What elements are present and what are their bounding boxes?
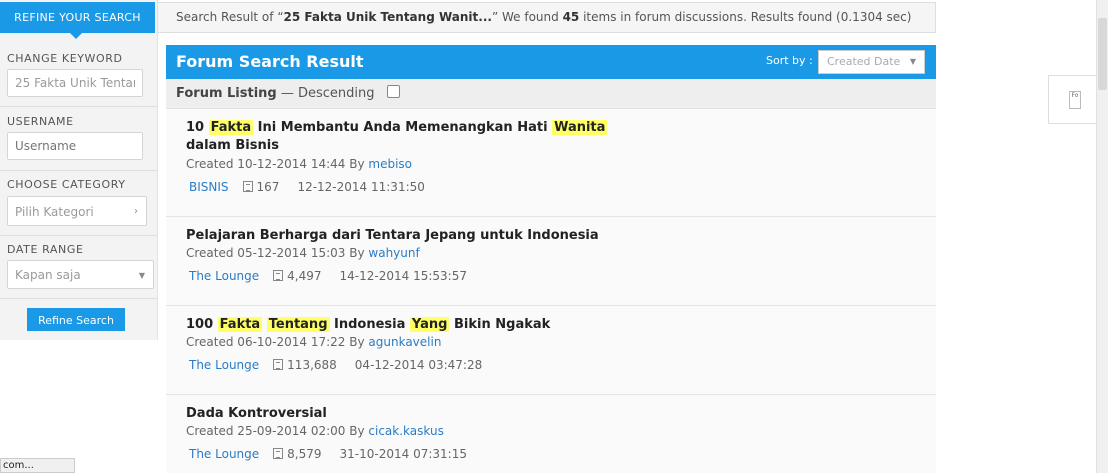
thread-title-text: Ini Membantu Anda Memenangkan Hati (253, 120, 553, 135)
created-text: Created 06-10-2014 17:22 By (186, 335, 369, 349)
author-link[interactable]: agunkavelin (368, 335, 441, 349)
listing-order: — Descending (280, 86, 375, 101)
keyword-highlight: Wanita (552, 120, 608, 135)
date-range-value: Kapan saja (15, 268, 81, 282)
views-icon (242, 181, 253, 192)
thread-title-text: Indonesia (329, 317, 410, 332)
thread-row[interactable]: Pelajaran Berharga dari Tentara Jepang u… (166, 217, 936, 306)
thread-title-text: Bikin Ngakak (449, 317, 551, 332)
keyword-highlight: Fakta (208, 120, 254, 135)
document-icon: Fo (1069, 91, 1081, 109)
last-post-date: 04-12-2014 03:47:28 (354, 358, 483, 372)
status-bar: com... (0, 458, 75, 473)
category-select-value: Pilih Kategori (15, 205, 94, 219)
view-count: 8,579 (287, 447, 322, 461)
divider (0, 298, 157, 299)
views-icon (273, 270, 284, 281)
keyword-highlight: Tentang (266, 317, 330, 332)
chevron-down-icon: ▼ (138, 271, 145, 280)
thread-created: Created 10-12-2014 14:44 By mebiso (186, 157, 412, 171)
thread-created: Created 05-12-2014 15:03 By wahyunf (186, 246, 420, 260)
category-link[interactable]: The Lounge (189, 447, 259, 461)
thread-row[interactable]: 10 Fakta Ini Membantu Anda Memenangkan H… (166, 109, 936, 217)
refine-tab[interactable]: REFINE YOUR SEARCH (0, 2, 155, 39)
keyword-input[interactable] (7, 69, 143, 97)
scrollbar-thumb[interactable] (1098, 18, 1107, 90)
thread-meta: The Lounge 113,688 04-12-2014 03:47:28 (189, 358, 482, 372)
divider (0, 106, 157, 107)
keyword-highlight: Fakta (217, 317, 263, 332)
divider (0, 235, 157, 236)
listing-bar: Forum Listing — Descending (166, 79, 936, 109)
side-widget[interactable]: Fo (1048, 75, 1098, 124)
thread-title[interactable]: 10 Fakta Ini Membantu Anda Memenangkan H… (186, 119, 646, 155)
scrollbar[interactable] (1096, 0, 1108, 473)
forum-results-panel: Forum Search Result Sort by : Created Da… (166, 45, 936, 473)
category-link[interactable]: The Lounge (189, 269, 259, 283)
date-range-label: DATE RANGE (7, 243, 84, 256)
summary-prefix: Search Result of “ (176, 10, 284, 24)
refine-sidebar: REFINE YOUR SEARCH CHANGE KEYWORD USERNA… (0, 0, 158, 340)
search-summary: Search Result of “25 Fakta Unik Tentang … (157, 2, 936, 33)
created-text: Created 25-09-2014 02:00 By (186, 424, 369, 438)
summary-middle: ” We found (491, 10, 563, 24)
order-checkbox[interactable] (386, 85, 400, 98)
last-post-date: 31-10-2014 07:31:15 (339, 447, 467, 461)
username-label: USERNAME (7, 115, 74, 128)
thread-meta: The Lounge 8,579 31-10-2014 07:31:15 (189, 447, 467, 461)
thread-title-text: dalam Bisnis (186, 138, 279, 153)
listing-label: Forum Listing (176, 86, 277, 101)
view-count: 4,497 (287, 269, 322, 283)
author-link[interactable]: mebiso (368, 157, 412, 171)
thread-title-text: Pelajaran Berharga dari Tentara Jepang u… (186, 228, 599, 243)
views-icon (273, 359, 284, 370)
last-post-date: 12-12-2014 11:31:50 (297, 180, 425, 194)
summary-suffix: items in forum discussions. Results foun… (579, 10, 912, 24)
author-link[interactable]: cicak.kaskus (368, 424, 443, 438)
keyword-highlight: Yang (409, 317, 450, 332)
category-label: CHOOSE CATEGORY (7, 178, 126, 191)
summary-count: 45 (562, 10, 580, 24)
keyword-label: CHANGE KEYWORD (7, 52, 123, 65)
thread-created: Created 06-10-2014 17:22 By agunkavelin (186, 335, 441, 349)
category-link[interactable]: The Lounge (189, 358, 259, 372)
thread-title[interactable]: 100 Fakta Tentang Indonesia Yang Bikin N… (186, 316, 646, 334)
date-range-select[interactable]: Kapan saja ▼ (7, 260, 154, 289)
sort-select-value: Created Date (827, 55, 901, 68)
thread-title-text: Dada Kontroversial (186, 406, 327, 421)
refine-search-button[interactable]: Refine Search (27, 308, 125, 331)
thread-title-text: 10 (186, 120, 209, 135)
thread-row[interactable]: 100 Fakta Tentang Indonesia Yang Bikin N… (166, 306, 936, 395)
thread-title-text: 100 (186, 317, 218, 332)
thread-title[interactable]: Pelajaran Berharga dari Tentara Jepang u… (186, 227, 646, 245)
sort-select[interactable]: Created Date ▼ (818, 50, 925, 74)
thread-created: Created 25-09-2014 02:00 By cicak.kaskus (186, 424, 444, 438)
chevron-down-icon: ▼ (909, 57, 916, 66)
forum-results-header: Forum Search Result Sort by : Created Da… (166, 45, 936, 79)
sort-label: Sort by : (766, 54, 813, 67)
views-icon (273, 448, 284, 459)
chevron-right-icon: › (134, 206, 138, 217)
view-count: 113,688 (287, 358, 337, 372)
username-input[interactable] (7, 132, 143, 160)
thread-title[interactable]: Dada Kontroversial (186, 405, 646, 423)
page-title: Forum Search Result (176, 52, 364, 71)
category-select[interactable]: Pilih Kategori › (7, 196, 147, 226)
category-link[interactable]: BISNIS (189, 180, 229, 194)
view-count: 167 (256, 180, 280, 194)
thread-row[interactable]: Dada Kontroversial Created 25-09-2014 02:… (166, 395, 936, 473)
author-link[interactable]: wahyunf (368, 246, 419, 260)
divider (0, 170, 157, 171)
thread-meta: The Lounge 4,497 14-12-2014 15:53:57 (189, 269, 467, 283)
created-text: Created 05-12-2014 15:03 By (186, 246, 369, 260)
summary-query: 25 Fakta Unik Tentang Wanit... (283, 10, 492, 24)
created-text: Created 10-12-2014 14:44 By (186, 157, 369, 171)
last-post-date: 14-12-2014 15:53:57 (339, 269, 467, 283)
thread-meta: BISNIS 167 12-12-2014 11:31:50 (189, 180, 425, 194)
